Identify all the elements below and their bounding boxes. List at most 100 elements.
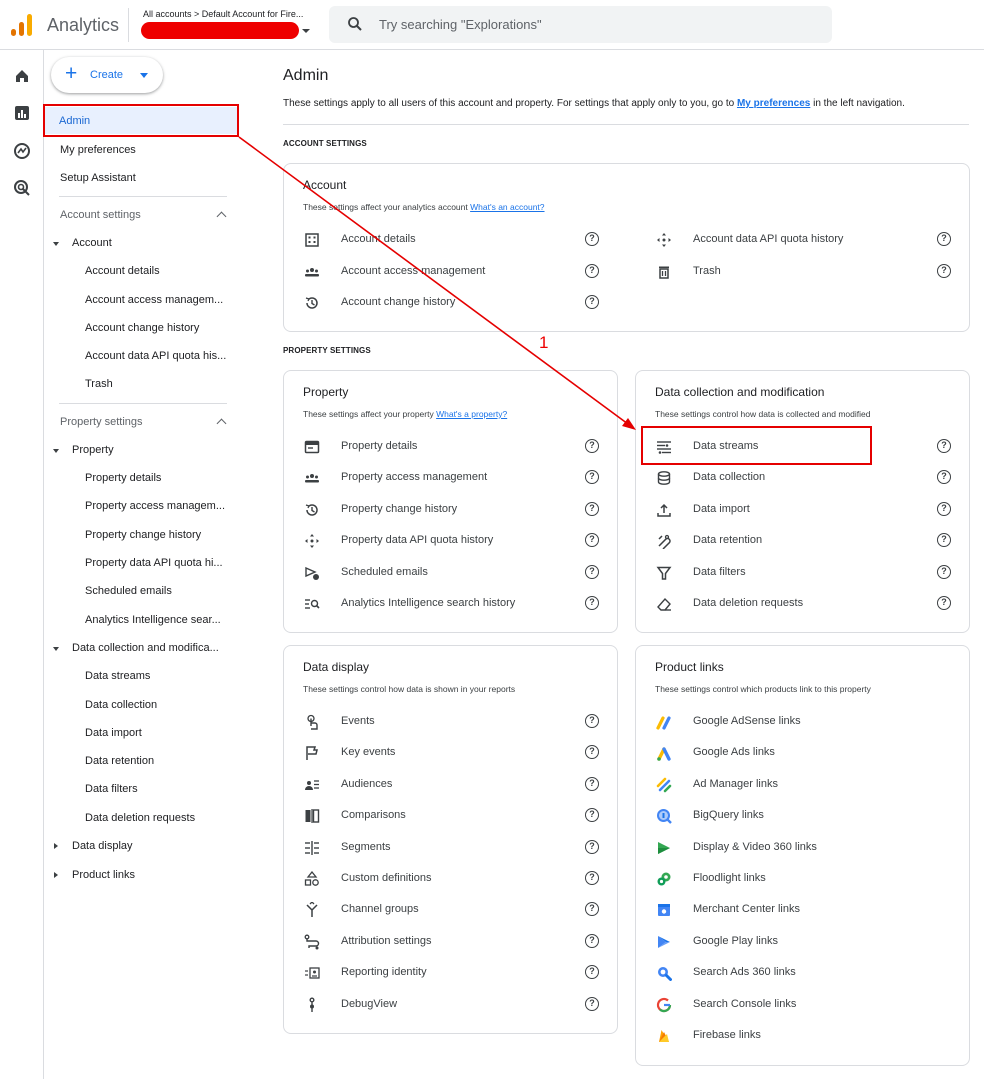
settings-link-ad-manager-links[interactable]: Ad Manager links (656, 775, 936, 795)
settings-link-trash[interactable]: Trash? (656, 262, 953, 282)
help-icon[interactable]: ? (585, 902, 599, 917)
settings-link-data-deletion-requests[interactable]: Data deletion requests? (656, 594, 953, 614)
help-icon[interactable]: ? (585, 439, 599, 453)
sidebar-item-data-deletion[interactable]: Data deletion requests (85, 812, 195, 824)
sidebar-item-account-details[interactable]: Account details (85, 265, 160, 277)
settings-link-reporting-identity[interactable]: Reporting identity? (304, 963, 601, 983)
settings-link-audiences[interactable]: Audiences? (304, 775, 601, 795)
help-icon[interactable]: ? (585, 745, 599, 760)
settings-link-display-video-360-links[interactable]: Display & Video 360 links (656, 838, 936, 858)
help-icon[interactable]: ? (585, 965, 599, 980)
help-icon[interactable]: ? (585, 996, 599, 1011)
help-icon[interactable]: ? (937, 470, 951, 485)
settings-link-attribution-settings[interactable]: Attribution settings? (304, 932, 601, 952)
help-icon[interactable]: ? (585, 232, 599, 246)
settings-link-analytics-intelligence-search-history[interactable]: Analytics Intelligence search history? (304, 594, 601, 614)
help-icon[interactable]: ? (937, 596, 951, 610)
sidebar-section-property-settings[interactable]: Property settings (60, 416, 143, 428)
sidebar-section-account-settings[interactable]: Account settings (60, 209, 141, 221)
sidebar-item-data-filters[interactable]: Data filters (85, 783, 138, 795)
sidebar-item-setup-assistant[interactable]: Setup Assistant (60, 172, 136, 184)
sidebar-group-product-links[interactable]: Product links (72, 869, 135, 881)
sidebar-item-property-details[interactable]: Property details (85, 472, 161, 484)
analytics-logo-icon[interactable] (11, 13, 33, 37)
sidebar-item-property-access[interactable]: Property access managem... (85, 500, 225, 512)
settings-link-property-data-api-quota-history[interactable]: Property data API quota history? (304, 531, 601, 551)
settings-link-data-import[interactable]: Data import? (656, 500, 953, 520)
help-icon[interactable]: ? (585, 933, 599, 948)
sidebar-item-my-preferences[interactable]: My preferences (60, 144, 136, 156)
settings-link-account-data-api-quota-history[interactable]: Account data API quota history? (656, 230, 953, 250)
sidebar-item-property-quota[interactable]: Property data API quota hi... (85, 557, 223, 569)
settings-link-data-filters[interactable]: Data filters? (656, 563, 953, 583)
sidebar-group-account[interactable]: Account (72, 237, 112, 249)
help-icon[interactable]: ? (585, 776, 599, 791)
settings-link-data-collection[interactable]: Data collection? (656, 468, 953, 488)
settings-link-custom-definitions[interactable]: Custom definitions? (304, 869, 601, 889)
help-icon[interactable]: ? (585, 501, 599, 516)
home-icon[interactable] (13, 67, 31, 85)
help-icon[interactable]: ? (937, 439, 951, 453)
settings-link-property-change-history[interactable]: Property change history? (304, 500, 601, 520)
expand-triangle-icon[interactable] (53, 647, 59, 651)
expand-triangle-icon[interactable] (53, 449, 59, 453)
settings-link-google-ads-links[interactable]: Google Ads links (656, 743, 936, 763)
sidebar-item-scheduled-emails[interactable]: Scheduled emails (85, 585, 172, 597)
sidebar-group-data-display[interactable]: Data display (72, 840, 133, 852)
settings-link-search-console-links[interactable]: Search Console links (656, 995, 936, 1015)
settings-link-bigquery-links[interactable]: BigQuery links (656, 806, 936, 826)
help-icon[interactable]: ? (585, 871, 599, 885)
help-icon[interactable]: ? (585, 295, 599, 309)
settings-link-debugview[interactable]: DebugView? (304, 995, 601, 1015)
whats-an-account-link[interactable]: What's an account? (470, 202, 544, 212)
reports-icon[interactable] (13, 104, 31, 122)
help-icon[interactable]: ? (937, 564, 951, 579)
settings-link-account-details[interactable]: Account details? (304, 230, 601, 250)
settings-link-account-change-history[interactable]: Account change history? (304, 293, 601, 313)
my-preferences-link[interactable]: My preferences (737, 98, 810, 109)
help-icon[interactable]: ? (585, 263, 599, 278)
collapsed-triangle-icon[interactable] (54, 872, 58, 878)
sidebar-group-data-collection[interactable]: Data collection and modifica... (72, 642, 219, 654)
sidebar-item-account-access[interactable]: Account access managem... (85, 294, 223, 306)
sidebar-item-account-quota[interactable]: Account data API quota his... (85, 350, 226, 362)
account-breadcrumb[interactable]: All accounts > Default Account for Fire.… (143, 9, 303, 19)
collapsed-triangle-icon[interactable] (54, 843, 58, 849)
help-icon[interactable]: ? (937, 263, 951, 278)
help-icon[interactable]: ? (585, 839, 599, 854)
settings-link-account-access-management[interactable]: Account access management? (304, 262, 601, 282)
help-icon[interactable]: ? (937, 232, 951, 246)
settings-link-search-ads-360-links[interactable]: Search Ads 360 links (656, 963, 936, 983)
settings-link-property-access-management[interactable]: Property access management? (304, 468, 601, 488)
account-picker-caret-icon[interactable] (302, 29, 310, 33)
sidebar-item-data-retention[interactable]: Data retention (85, 755, 154, 767)
settings-link-events[interactable]: Events? (304, 712, 601, 732)
help-icon[interactable]: ? (937, 533, 951, 548)
sidebar-item-trash[interactable]: Trash (85, 378, 113, 390)
sidebar-item-data-import[interactable]: Data import (85, 727, 142, 739)
sidebar-item-analytics-intelligence[interactable]: Analytics Intelligence sear... (85, 614, 221, 626)
settings-link-key-events[interactable]: Key events? (304, 743, 601, 763)
settings-link-merchant-center-links[interactable]: Merchant Center links (656, 900, 936, 920)
settings-link-floodlight-links[interactable]: Floodlight links (656, 869, 936, 889)
settings-link-google-adsense-links[interactable]: Google AdSense links (656, 712, 936, 732)
settings-link-property-details[interactable]: Property details? (304, 437, 601, 457)
help-icon[interactable]: ? (585, 808, 599, 823)
settings-link-google-play-links[interactable]: Google Play links (656, 932, 936, 952)
sidebar-group-property[interactable]: Property (72, 444, 114, 456)
settings-link-segments[interactable]: Segments? (304, 838, 601, 858)
settings-link-scheduled-emails[interactable]: Scheduled emails? (304, 563, 601, 583)
explore-icon[interactable] (13, 142, 31, 160)
settings-link-data-retention[interactable]: Data retention? (656, 531, 953, 551)
help-icon[interactable]: ? (585, 714, 599, 728)
help-icon[interactable]: ? (937, 501, 951, 516)
search-bar[interactable]: Try searching "Explorations" (329, 6, 832, 43)
help-icon[interactable]: ? (585, 564, 599, 579)
settings-link-firebase-links[interactable]: Firebase links (656, 1026, 936, 1046)
expand-triangle-icon[interactable] (53, 242, 59, 246)
sidebar-item-data-streams[interactable]: Data streams (85, 670, 150, 682)
advertising-icon[interactable] (13, 179, 31, 197)
create-button[interactable]: + Create (51, 57, 163, 93)
sidebar-item-property-history[interactable]: Property change history (85, 529, 201, 541)
help-icon[interactable]: ? (585, 596, 599, 610)
